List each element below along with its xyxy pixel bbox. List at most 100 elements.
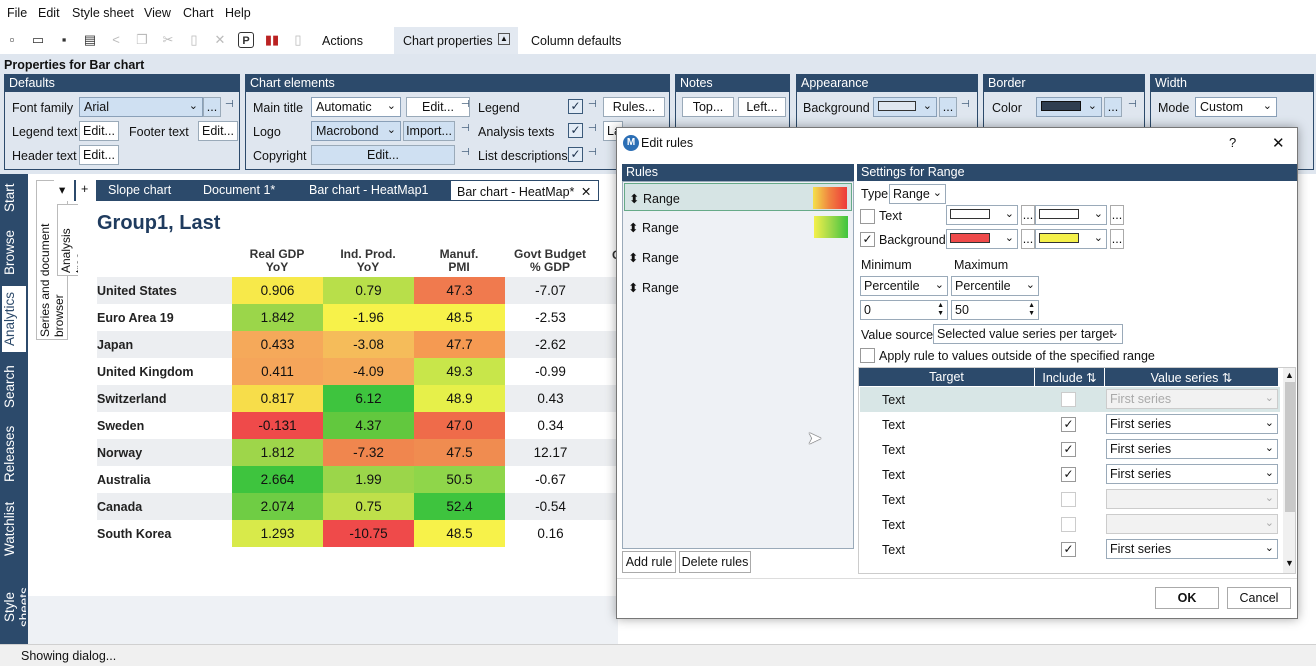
legend-text-edit-button[interactable]: Edit... (79, 121, 119, 141)
open-folder-icon[interactable]: ▭ (30, 32, 46, 48)
presentation-icon[interactable]: P (238, 32, 254, 48)
value-source-select[interactable]: Selected value series per target ⌄ (933, 324, 1123, 344)
text-to-more-button[interactable]: ... (1110, 205, 1124, 225)
target-row[interactable]: Text ✓ First series ⌄ (860, 462, 1280, 487)
menu-help[interactable]: Help (225, 6, 251, 20)
include-checkbox[interactable]: ✓ (1061, 442, 1076, 457)
legend-checkbox[interactable]: ✓ (568, 99, 583, 114)
doc-tab-heatmap1[interactable]: Bar chart - HeatMap1 (303, 180, 435, 201)
drag-handle-icon[interactable]: ⬍ (629, 192, 639, 206)
maximum-value-input[interactable]: 50 ▲ ▼ (951, 300, 1039, 320)
ok-button[interactable]: OK (1155, 587, 1219, 609)
maximum-mode-select[interactable]: Percentile ⌄ (951, 276, 1039, 296)
value-series-select[interactable]: First series ⌄ (1106, 464, 1278, 484)
doc-tab-slope-chart[interactable]: Slope chart (102, 180, 177, 201)
nav-tab-style-sheets[interactable]: Style sheets (2, 572, 26, 642)
paste-icon[interactable]: ▯ (186, 32, 202, 48)
nav-tab-watchlist[interactable]: Watchlist (2, 494, 26, 564)
close-tab-icon[interactable]: ✕ (581, 185, 591, 199)
pin-icon[interactable]: ⊣ (588, 99, 597, 110)
include-column-header[interactable]: Include ⇅ (1035, 368, 1105, 386)
logo-select[interactable]: Macrobond ⌄ (311, 121, 401, 141)
target-column-header[interactable]: Target (859, 368, 1035, 386)
minimum-value-input[interactable]: 0 ▲ ▼ (860, 300, 948, 320)
pin-icon[interactable]: ⊣ (961, 99, 970, 110)
doc-tab-heatmap-active[interactable]: Bar chart - HeatMap* ✕ (450, 180, 599, 201)
border-color-select[interactable]: ⌄ (1036, 97, 1102, 117)
target-row[interactable]: Text ✓ First series ⌄ (860, 412, 1280, 437)
header-text-edit-button[interactable]: Edit... (79, 145, 119, 165)
print-icon[interactable]: ▤ (82, 32, 98, 48)
footer-text-edit-button[interactable]: Edit... (198, 121, 238, 141)
spinner-icon[interactable]: ▲ ▼ (937, 302, 944, 318)
cancel-button[interactable]: Cancel (1227, 587, 1291, 609)
analysis-texts-checkbox[interactable]: ✓ (568, 123, 583, 138)
background-to-more-button[interactable]: ... (1110, 229, 1124, 249)
pin-icon[interactable]: ⊣ (588, 147, 597, 158)
target-row[interactable]: Text ✓ First series ⌄ (860, 437, 1280, 462)
minimum-mode-select[interactable]: Percentile ⌄ (860, 276, 948, 296)
new-document-icon[interactable]: ▫ (4, 32, 20, 48)
main-title-select[interactable]: Automatic ⌄ (311, 97, 401, 117)
collapse-ribbon-icon[interactable]: ▲ (498, 33, 510, 45)
drag-handle-icon[interactable]: ⬍ (628, 281, 638, 295)
pin-icon[interactable]: ⊣ (461, 147, 470, 158)
value-series-select[interactable]: First series ⌄ (1106, 389, 1278, 409)
scroll-down-icon[interactable]: ▼ (1285, 558, 1294, 568)
notes-left-button[interactable]: Left... (738, 97, 786, 117)
tab-actions[interactable]: Actions (322, 34, 363, 48)
menu-file[interactable]: File (7, 6, 27, 20)
include-checkbox[interactable] (1061, 392, 1076, 407)
border-more-button[interactable]: ... (1104, 97, 1122, 117)
text-color-to[interactable]: ⌄ (1035, 205, 1107, 225)
pin-icon[interactable]: ⊣ (461, 99, 470, 110)
help-button[interactable]: ? (1229, 135, 1236, 150)
drag-handle-icon[interactable]: ⬍ (628, 251, 638, 265)
rule-item[interactable]: ⬍ Range (624, 243, 852, 271)
doc-tab-document-1[interactable]: Document 1* (197, 180, 281, 201)
spinner-icon[interactable]: ▲ ▼ (1028, 302, 1035, 318)
add-rule-button[interactable]: Add rule (622, 551, 676, 573)
nav-tab-search[interactable]: Search (2, 360, 26, 414)
new-tab-button[interactable]: + (76, 180, 96, 201)
logo-import-button[interactable]: Import... (403, 121, 455, 141)
pin-icon[interactable]: ⊣ (461, 123, 470, 134)
include-checkbox[interactable] (1061, 517, 1076, 532)
share-icon[interactable]: < (108, 32, 124, 48)
pin-icon[interactable]: ⊣ (225, 99, 234, 110)
target-row[interactable]: Text ⌄ (860, 487, 1280, 512)
tab-column-defaults[interactable]: Column defaults (531, 34, 621, 48)
background-more-button[interactable]: ... (939, 97, 957, 117)
nav-tab-releases[interactable]: Releases (2, 422, 26, 486)
text-from-more-button[interactable]: ... (1021, 205, 1035, 225)
value-series-select[interactable]: First series ⌄ (1106, 439, 1278, 459)
background-checkbox[interactable]: ✓ (860, 232, 875, 247)
value-series-select[interactable]: First series ⌄ (1106, 414, 1278, 434)
type-select[interactable]: Range ⌄ (889, 184, 946, 204)
background-from-more-button[interactable]: ... (1021, 229, 1035, 249)
target-row[interactable]: Text ✓ First series ⌄ (860, 537, 1280, 562)
font-more-button[interactable]: ... (203, 97, 221, 117)
background-color-to[interactable]: ⌄ (1035, 229, 1107, 249)
rules-button[interactable]: Rules... (603, 97, 665, 117)
include-checkbox[interactable] (1061, 492, 1076, 507)
value-series-select[interactable]: First series ⌄ (1106, 539, 1278, 559)
rule-item[interactable]: ⬍ Range (624, 273, 852, 301)
rule-item[interactable]: ⬍ Range (624, 213, 852, 241)
notes-top-button[interactable]: Top... (682, 97, 734, 117)
nav-tab-analytics[interactable]: Analytics (2, 286, 26, 352)
nav-tab-start[interactable]: Start (2, 178, 26, 218)
copyright-edit-button[interactable]: Edit... (311, 145, 455, 165)
targets-scrollbar[interactable]: ▲ ▼ (1283, 368, 1295, 573)
copy-icon[interactable]: ❐ (134, 32, 150, 48)
font-family-select[interactable]: Arial ⌄ (79, 97, 203, 117)
value-series-column-header[interactable]: Value series ⇅ (1105, 368, 1279, 386)
tab-list-dropdown[interactable]: ▾ (54, 180, 74, 201)
target-row[interactable]: Text First series ⌄ (860, 387, 1280, 412)
close-dialog-button[interactable]: ✕ (1272, 134, 1285, 152)
include-checkbox[interactable]: ✓ (1061, 417, 1076, 432)
menu-style-sheet[interactable]: Style sheet (72, 6, 134, 20)
tab-chart-properties[interactable]: Chart properties (403, 34, 493, 48)
menu-view[interactable]: View (144, 6, 171, 20)
text-checkbox[interactable] (860, 209, 875, 224)
